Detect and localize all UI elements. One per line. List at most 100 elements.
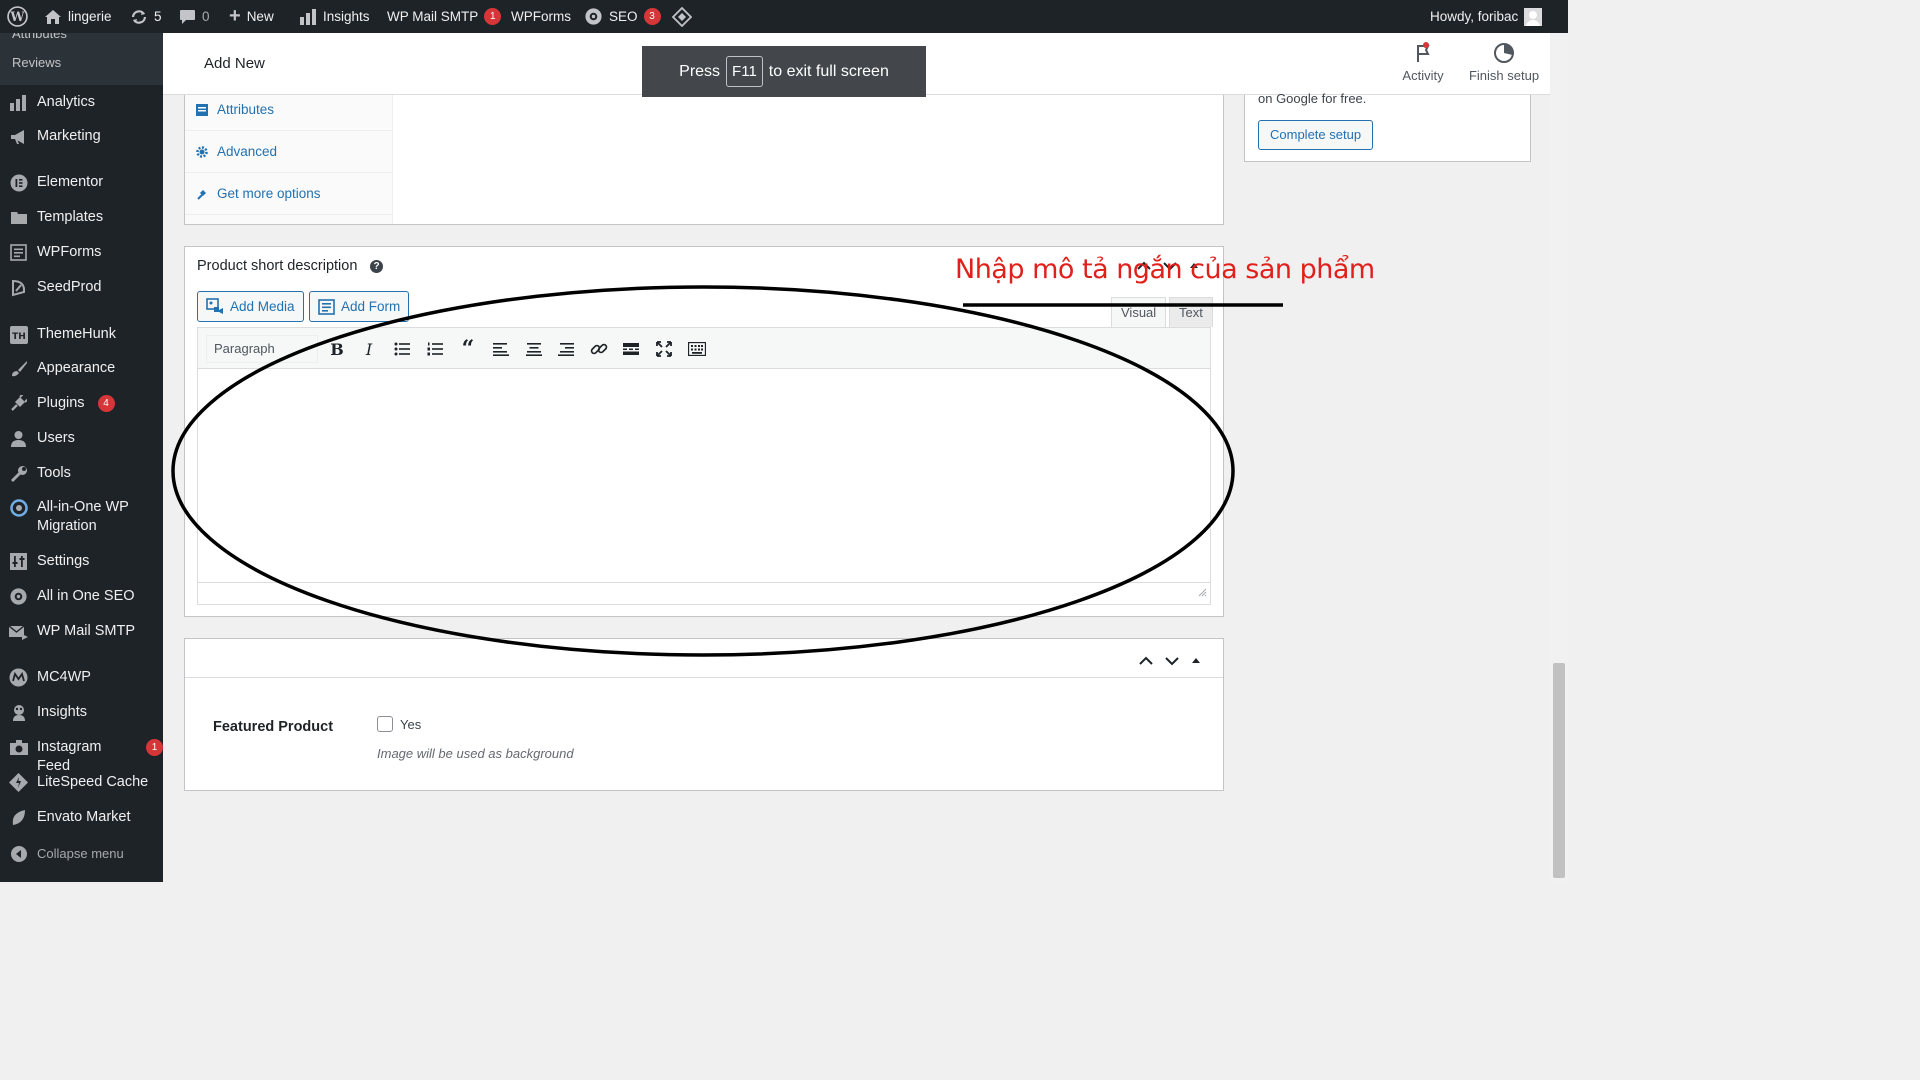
insights-link[interactable]: Insights (299, 0, 370, 33)
featured-checkbox-label[interactable]: Yes (400, 717, 421, 732)
wpforms-link[interactable]: WPForms (511, 0, 571, 33)
seo-badge: 3 (643, 8, 661, 25)
featured-checkbox[interactable] (377, 716, 393, 732)
sidebar-item-label: Plugins (37, 395, 85, 411)
short-description-editor[interactable] (197, 369, 1211, 583)
diamond-icon[interactable] (672, 0, 692, 33)
submenu-item-attributes[interactable]: Attributes (12, 33, 67, 41)
sidebar-item-collapse-menu[interactable]: Collapse menu (0, 844, 163, 863)
brush-icon (9, 359, 28, 378)
sidebar-item-templates[interactable]: Templates (0, 208, 163, 227)
seo-icon (9, 587, 28, 606)
sidebar-item-marketing[interactable]: Marketing (0, 127, 163, 146)
google-listing-box: on Google for free. Complete setup (1244, 91, 1531, 162)
seo-link[interactable]: SEO 3 (584, 0, 661, 33)
add-form-button[interactable]: Add Form (309, 291, 410, 322)
finish-setup-button[interactable]: Finish setup (1467, 42, 1541, 83)
wp-mail-smtp-badge: 1 (484, 8, 502, 25)
submenu-item-reviews[interactable]: Reviews (12, 55, 61, 70)
form-icon (9, 243, 28, 262)
comments-link[interactable]: 0 (179, 0, 210, 33)
svg-text:W: W (9, 9, 25, 24)
google-box-text: on Google for free. (1258, 91, 1367, 106)
wordpress-logo-icon[interactable]: W (7, 0, 28, 33)
sidebar-item-label: Elementor (37, 174, 104, 190)
sidebar-item-label: All-in-One WP Migration (37, 499, 129, 534)
activity-button[interactable]: Activity (1401, 42, 1445, 83)
sidebar-item-mc4wp[interactable]: MC4WP (0, 668, 163, 687)
refresh-icon (130, 8, 148, 26)
editor-toolbar: Paragraph B I “ (197, 327, 1211, 369)
fullscreen-icon[interactable] (653, 338, 675, 360)
sidebar-item-analytics[interactable]: Analytics (0, 93, 163, 112)
add-media-button[interactable]: Add Media (197, 291, 304, 322)
chevron-down-icon[interactable] (1165, 653, 1179, 671)
page-scrollbar[interactable] (1550, 33, 1568, 882)
sidebar-badge: 1 (146, 739, 163, 756)
sidebar-item-settings[interactable]: Settings (0, 552, 163, 571)
toggle-panel-icon[interactable] (1191, 653, 1201, 671)
blockquote-icon[interactable]: “ (457, 336, 479, 362)
sidebar-item-appearance[interactable]: Appearance (0, 359, 163, 378)
sidebar-item-label: Instagram Feed (37, 739, 102, 774)
tab-advanced[interactable]: Advanced (185, 131, 393, 173)
sidebar-item-all-in-one-seo[interactable]: All in One SEO (0, 587, 163, 606)
sidebar-item-litespeed-cache[interactable]: LiteSpeed Cache (0, 773, 163, 792)
tab-attributes[interactable]: Attributes (185, 89, 393, 131)
camera-icon (9, 738, 28, 757)
sidebar-item-themehunk[interactable]: TH ThemeHunk (0, 325, 163, 344)
keyboard-icon[interactable] (686, 338, 708, 360)
seo-icon (584, 7, 603, 26)
format-select[interactable]: Paragraph (206, 335, 318, 363)
admin-bar: W lingerie 5 0 + New Insights WP Mail SM… (0, 0, 1568, 33)
align-center-icon[interactable] (523, 338, 545, 360)
sidebar-item-label: Collapse menu (37, 846, 124, 861)
sidebar-item-wp-mail-smtp[interactable]: WP Mail SMTP (0, 622, 163, 641)
tab-text[interactable]: Text (1169, 297, 1213, 327)
sidebar-item-elementor[interactable]: Elementor (0, 173, 163, 192)
resize-handle-icon[interactable] (1197, 584, 1207, 602)
align-right-icon[interactable] (555, 338, 577, 360)
sidebar-item-all-in-one-wp-migration[interactable]: All-in-One WP Migration (0, 498, 163, 536)
sidebar-item-seedprod[interactable]: SeedProd (0, 278, 163, 297)
read-more-icon[interactable] (620, 338, 642, 360)
sidebar-item-users[interactable]: Users (0, 429, 163, 448)
help-icon[interactable]: ? (370, 260, 383, 273)
sidebar-item-label: WPForms (37, 244, 102, 260)
align-left-icon[interactable] (490, 338, 512, 360)
annotation-text: Nhập mô tả ngắn của sản phẩm (955, 254, 1375, 285)
tab-visual[interactable]: Visual (1111, 297, 1167, 327)
wp-mail-smtp-link[interactable]: WP Mail SMTP 1 (387, 0, 502, 33)
sidebar-item-envato-market[interactable]: Envato Market (0, 808, 163, 827)
featured-panel-arrows (1139, 653, 1201, 671)
form-icon (318, 298, 335, 315)
chevron-up-icon[interactable] (1139, 653, 1153, 671)
insights-icon (9, 703, 28, 722)
gear-icon (196, 145, 208, 158)
media-icon (206, 298, 224, 315)
sidebar-item-instagram-feed[interactable]: Instagram Feed 1 (0, 738, 163, 776)
bold-icon[interactable]: B (326, 338, 348, 360)
numbered-list-icon[interactable] (424, 338, 446, 360)
sidebar-item-label: Analytics (37, 94, 96, 110)
complete-setup-button[interactable]: Complete setup (1258, 120, 1374, 150)
collapse-icon (9, 844, 28, 863)
sidebar-item-tools[interactable]: Tools (0, 464, 163, 483)
sidebar-item-label: Users (37, 430, 75, 446)
scrollbar-thumb[interactable] (1553, 663, 1565, 878)
panel-title: Product short description (197, 258, 358, 274)
sidebar-item-wpforms[interactable]: WPForms (0, 243, 163, 262)
bullet-list-icon[interactable] (391, 338, 413, 360)
fullscreen-toast: Press F11 to exit full screen (642, 46, 926, 97)
sidebar-item-plugins[interactable]: Plugins 4 (0, 394, 163, 413)
f11-key: F11 (726, 56, 763, 87)
link-icon[interactable] (588, 338, 610, 360)
sidebar-item-insights[interactable]: Insights (0, 703, 163, 722)
updates-link[interactable]: 5 (130, 0, 162, 33)
italic-icon[interactable]: I (358, 338, 380, 360)
site-name-link[interactable]: lingerie (44, 0, 112, 33)
new-content-link[interactable]: + New (229, 0, 274, 33)
tab-get-more-options[interactable]: Get more options (185, 173, 393, 215)
settings-icon (9, 552, 28, 571)
account-link[interactable]: Howdy, foribac (1430, 0, 1543, 33)
